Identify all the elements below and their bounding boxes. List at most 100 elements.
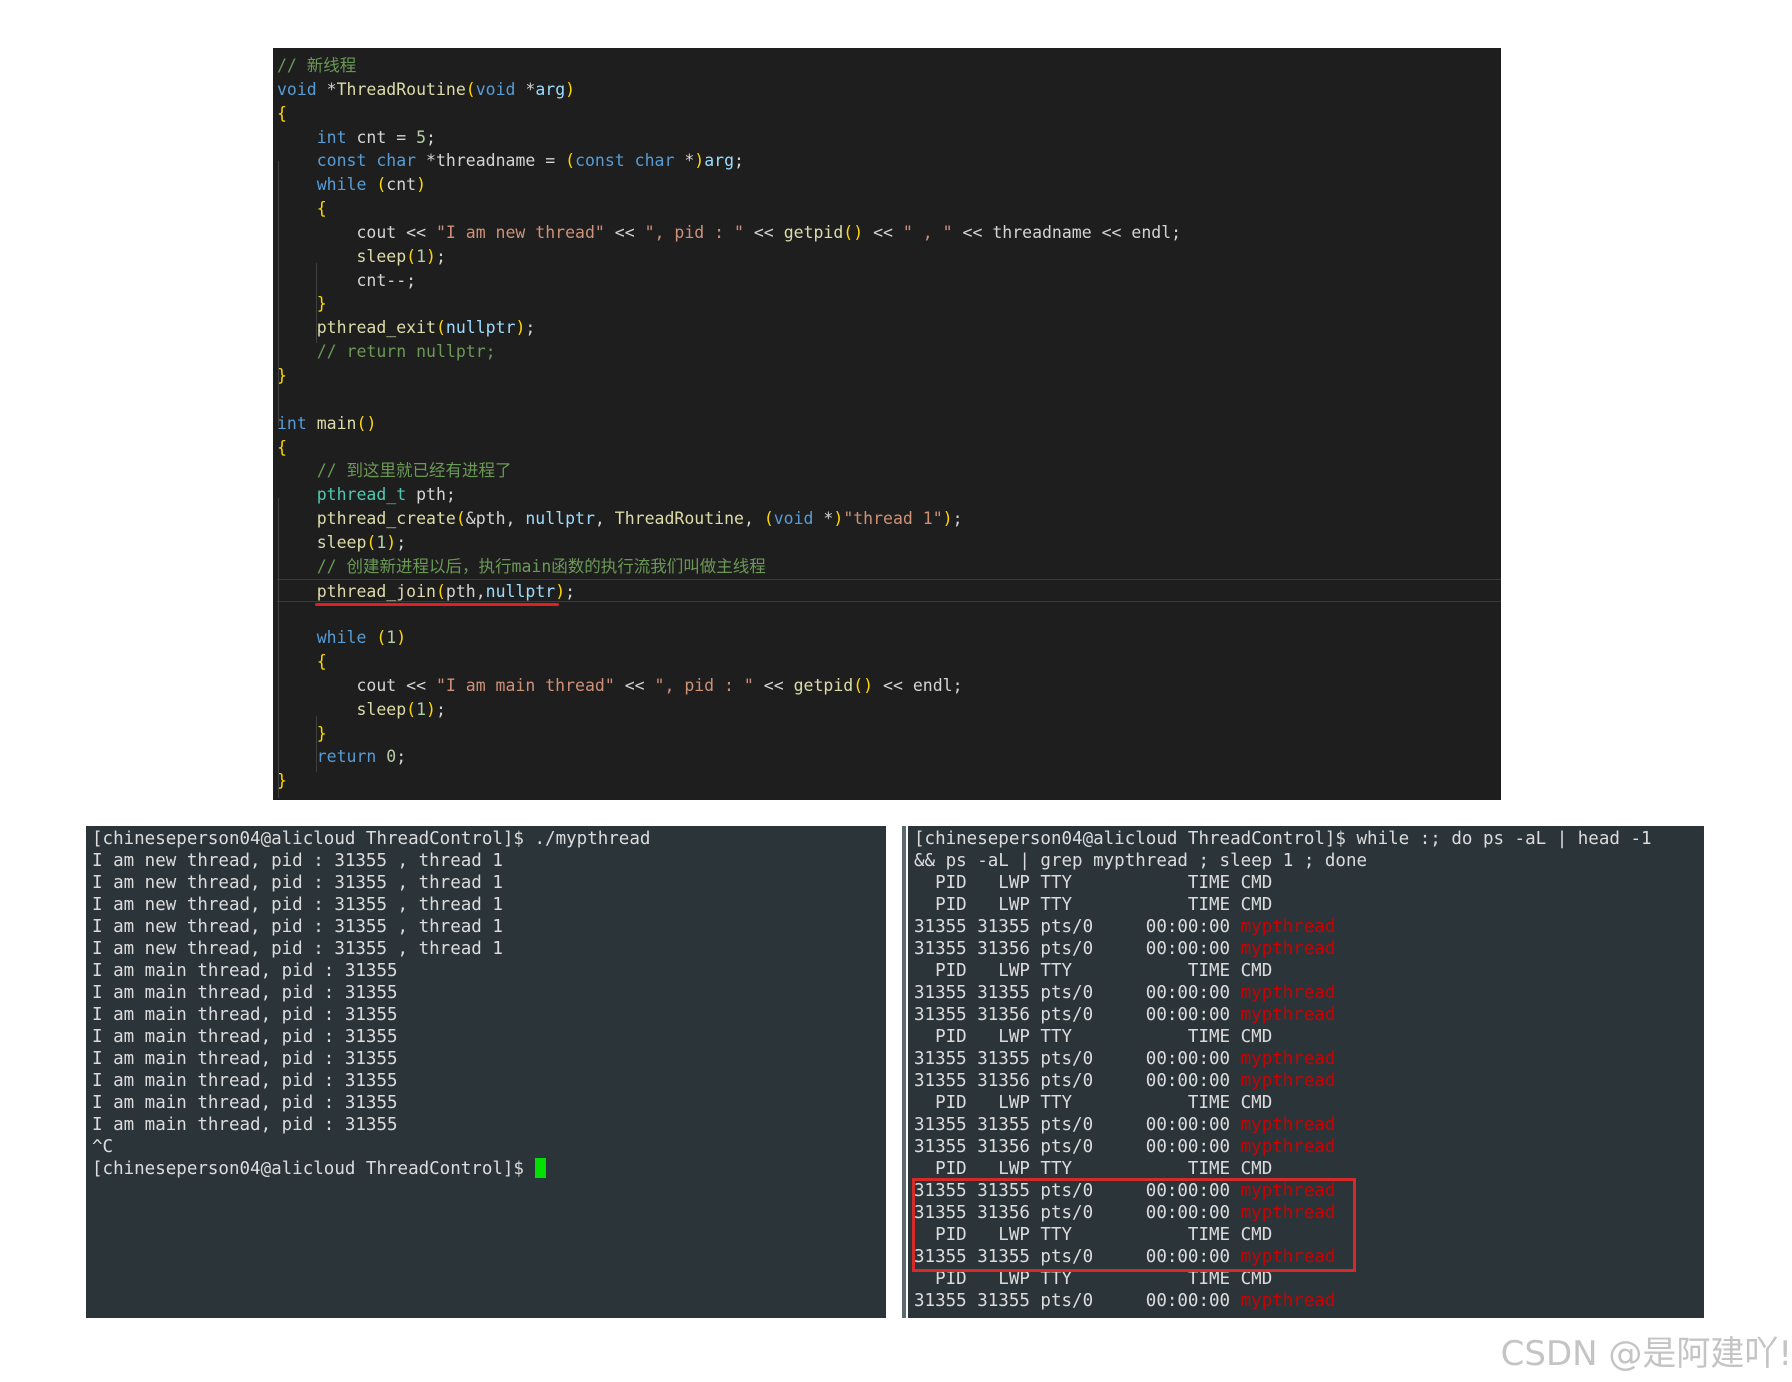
ps-row: PID LWP TTY TIME CMD xyxy=(914,1092,1704,1114)
ps-row: 31355 31356 pts/0 00:00:00 mypthread xyxy=(914,1070,1704,1092)
code-line: { xyxy=(316,199,327,219)
code-line: pthread_exit(nullptr); xyxy=(316,318,536,338)
terminal-output-line: I am main thread, pid : 31355 xyxy=(92,1027,398,1047)
ps-row-cmd: CMD xyxy=(1240,873,1273,893)
indent-guide-2 xyxy=(316,263,317,343)
ps-row-cmd: mypthread xyxy=(1240,1071,1336,1091)
ps-row-cmd: mypthread xyxy=(1240,983,1336,1003)
terminal-output-line: I am new thread, pid : 31355 , thread 1 xyxy=(92,939,503,959)
ps-row-fields: 31355 31355 pts/0 00:00:00 xyxy=(914,1291,1241,1311)
code-line: pthread_join(pth,nullptr); xyxy=(277,578,1501,603)
ps-row-fields: 31355 31356 pts/0 00:00:00 xyxy=(914,1137,1241,1157)
code-line: return 0; xyxy=(316,747,407,767)
code-line: int cnt = 5; xyxy=(316,127,436,147)
terminal-command-line: [chineseperson04@alicloud ThreadControl]… xyxy=(92,828,886,850)
terminal-output-line: I am new thread, pid : 31355 , thread 1 xyxy=(92,873,503,893)
ps-row-fields: PID LWP TTY TIME xyxy=(914,873,1241,893)
ps-row-fields: 31355 31356 pts/0 00:00:00 xyxy=(914,1005,1241,1025)
terminal-command-line: [chineseperson04@alicloud ThreadControl]… xyxy=(914,828,1704,850)
ps-row: PID LWP TTY TIME CMD xyxy=(914,1158,1704,1180)
code-line: int main() xyxy=(277,413,377,433)
ps-row-cmd: CMD xyxy=(1240,1027,1273,1047)
code-line: // return nullptr; xyxy=(316,342,496,362)
code-line: sleep(1); xyxy=(356,699,446,719)
code-line: const char *threadname = (const char *)a… xyxy=(316,151,744,171)
terminal-output-line: I am new thread, pid : 31355 , thread 1 xyxy=(92,917,503,937)
ps-row-cmd: mypthread xyxy=(1240,917,1336,937)
terminal-final-prompt-line: [chineseperson04@alicloud ThreadControl]… xyxy=(92,1158,886,1180)
shell-command: while :; do ps -aL | head -1 xyxy=(1356,829,1652,849)
ps-row-cmd: CMD xyxy=(1240,1159,1273,1179)
ps-row-cmd: mypthread xyxy=(1240,1291,1336,1311)
ps-row: 31355 31355 pts/0 00:00:00 mypthread xyxy=(914,916,1704,938)
terminal-output-line: I am main thread, pid : 31355 xyxy=(92,1115,398,1135)
code-line: while (cnt) xyxy=(316,175,427,195)
indent-guide-4 xyxy=(316,716,317,772)
panel-divider xyxy=(902,826,906,1318)
indent-guide-1 xyxy=(278,161,279,426)
code-line: sleep(1); xyxy=(356,246,446,266)
ps-row: 31355 31356 pts/0 00:00:00 mypthread xyxy=(914,1004,1704,1026)
code-line: cout << "I am new thread" << ", pid : " … xyxy=(277,222,1182,242)
ps-row: 31355 31355 pts/0 00:00:00 mypthread xyxy=(914,982,1704,1004)
shell-command: ./mypthread xyxy=(534,829,651,849)
code-line: void *ThreadRoutine(void *arg) xyxy=(277,79,576,99)
terminal-output-line: I am main thread, pid : 31355 xyxy=(92,1049,398,1069)
terminal-output-line: I am main thread, pid : 31355 xyxy=(92,1005,398,1025)
ps-row-fields: 31355 31355 pts/0 00:00:00 xyxy=(914,917,1241,937)
code-line: cout << "I am main thread" << ", pid : "… xyxy=(277,675,963,695)
code-line: } xyxy=(277,365,287,385)
ps-row-cmd: CMD xyxy=(1240,895,1273,915)
ps-row-fields: 31355 31355 pts/0 00:00:00 xyxy=(914,983,1241,1003)
code-line: while (1) xyxy=(316,628,407,648)
terminal-output-line: I am new thread, pid : 31355 , thread 1 xyxy=(92,851,503,871)
ps-row-fields: 31355 31355 pts/0 00:00:00 xyxy=(914,1049,1241,1069)
code-line: pthread_create(&pth, nullptr, ThreadRout… xyxy=(316,509,963,529)
ps-row-cmd: mypthread xyxy=(1240,939,1336,959)
terminal-output-line: I am main thread, pid : 31355 xyxy=(92,961,398,981)
ps-row: 31355 31356 pts/0 00:00:00 mypthread xyxy=(914,1136,1704,1158)
ps-row-cmd: mypthread xyxy=(1240,1049,1336,1069)
terminal-run-output[interactable]: [chineseperson04@alicloud ThreadControl]… xyxy=(86,826,886,1318)
shell-prompt: [chineseperson04@alicloud ThreadControl]… xyxy=(92,829,535,849)
code-line: } xyxy=(277,771,287,791)
shell-prompt: [chineseperson04@alicloud ThreadControl]… xyxy=(914,829,1357,849)
terminal-output-line: ^C xyxy=(92,1137,114,1157)
ps-row-cmd: mypthread xyxy=(1240,1137,1336,1157)
ps-row-cmd: CMD xyxy=(1240,961,1273,981)
code-editor[interactable]: // 新线程 void *ThreadRoutine(void *arg) { in… xyxy=(273,48,1501,800)
code-line: } xyxy=(316,294,327,314)
code-line: // 新线程 xyxy=(277,56,357,75)
terminal-output: I am new thread, pid : 31355 , thread 1I… xyxy=(92,850,886,1158)
ps-row-fields: PID LWP TTY TIME xyxy=(914,895,1241,915)
csdn-watermark: CSDN @是阿建吖! xyxy=(1500,1334,1792,1374)
ps-row: 31355 31355 pts/0 00:00:00 mypthread xyxy=(914,1114,1704,1136)
ps-row-fields: PID LWP TTY TIME xyxy=(914,1269,1241,1289)
terminal-command-continuation: && ps -aL | grep mypthread ; sleep 1 ; d… xyxy=(914,851,1368,871)
red-underline-annotation xyxy=(315,603,559,606)
code-line: // 创建新进程以后，执行main函数的执行流我们叫做主线程 xyxy=(316,556,766,576)
terminal-output-line: I am main thread, pid : 31355 xyxy=(92,1093,398,1113)
ps-row-fields: 31355 31356 pts/0 00:00:00 xyxy=(914,1071,1241,1091)
terminal-cursor xyxy=(534,1158,546,1178)
ps-row-cmd: CMD xyxy=(1240,1269,1273,1289)
code-line: { xyxy=(277,103,287,123)
ps-row-fields: PID LWP TTY TIME xyxy=(914,1159,1241,1179)
shell-prompt: [chineseperson04@alicloud ThreadControl]… xyxy=(92,1159,535,1179)
code-line: } xyxy=(316,723,327,743)
terminal-output-line: I am main thread, pid : 31355 xyxy=(92,1071,398,1091)
indent-guide-3 xyxy=(278,498,279,798)
ps-row-fields: 31355 31355 pts/0 00:00:00 xyxy=(914,1115,1241,1135)
ps-row-fields: PID LWP TTY TIME xyxy=(914,1027,1241,1047)
ps-row: 31355 31356 pts/0 00:00:00 mypthread xyxy=(914,938,1704,960)
ps-row: PID LWP TTY TIME CMD xyxy=(914,894,1704,916)
ps-row-fields: 31355 31356 pts/0 00:00:00 xyxy=(914,939,1241,959)
code-line: cnt--; xyxy=(277,270,417,290)
code-line: pthread_t pth; xyxy=(316,485,456,505)
terminal-output-line: I am new thread, pid : 31355 , thread 1 xyxy=(92,895,503,915)
code-line: sleep(1); xyxy=(316,532,407,552)
ps-row: 31355 31355 pts/0 00:00:00 mypthread xyxy=(914,1048,1704,1070)
code-lines: // 新线程 void *ThreadRoutine(void *arg) { in… xyxy=(277,54,1501,793)
code-line: { xyxy=(277,437,287,457)
